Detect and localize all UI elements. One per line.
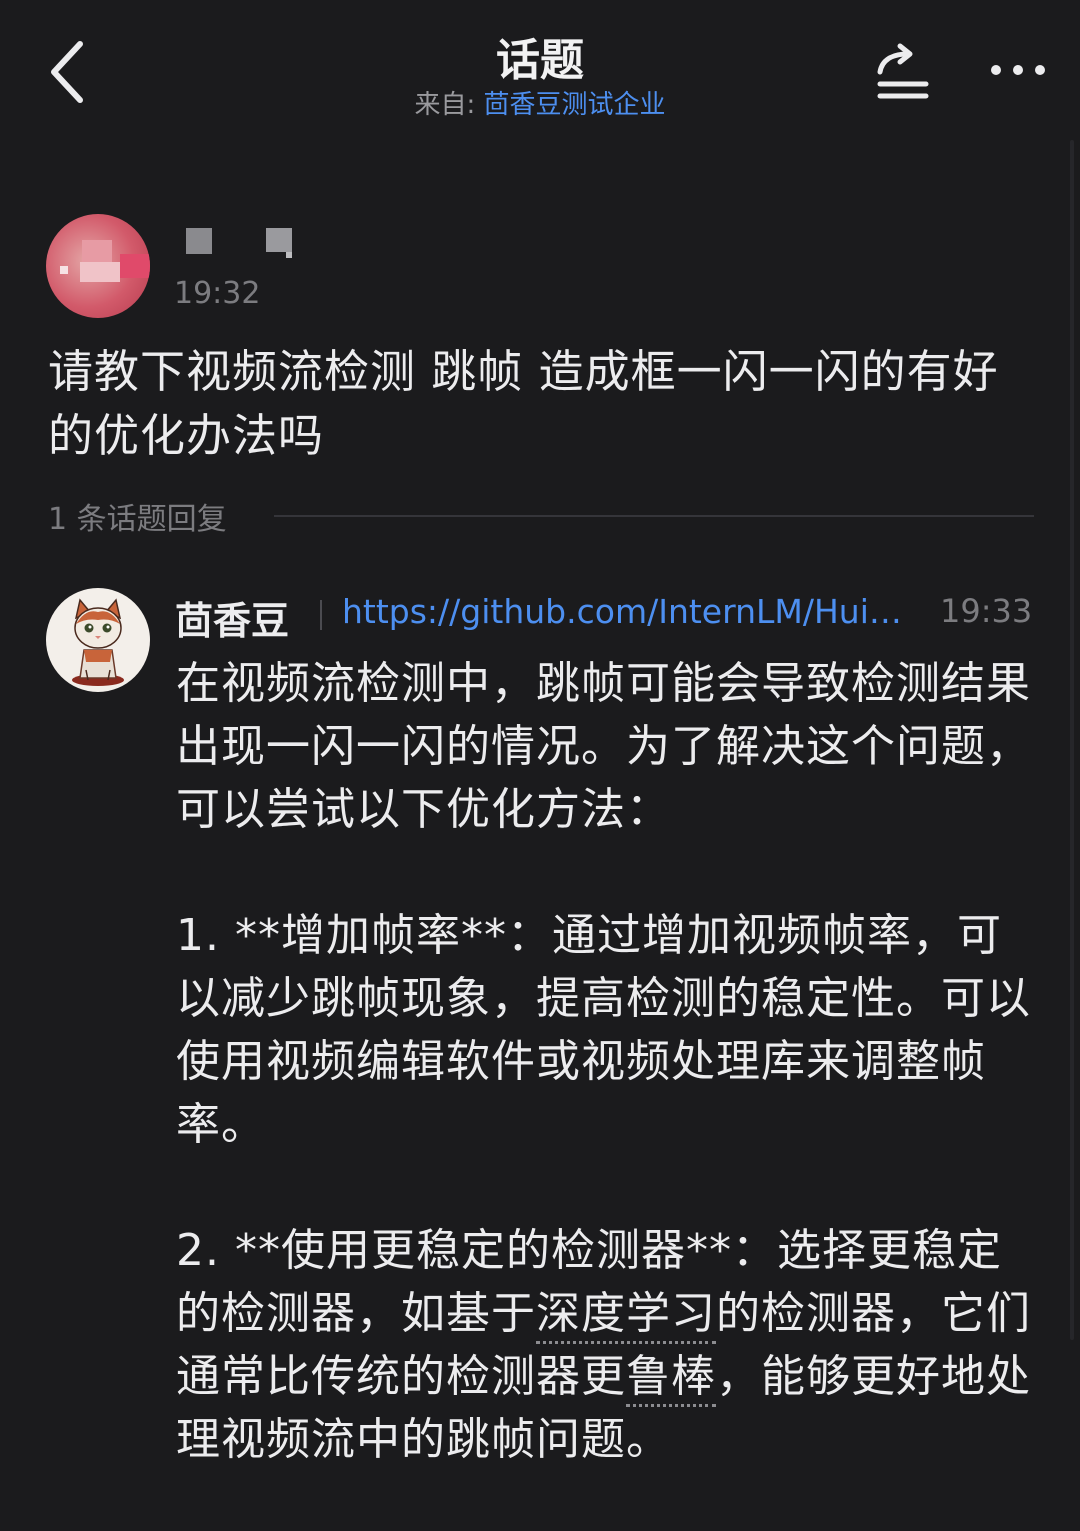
share-icon [877,43,929,99]
term-link-deep-learning[interactable]: 深度学习 [536,1288,716,1344]
share-button[interactable] [872,40,934,102]
reply-author-avatar[interactable] [46,588,150,692]
avatar-pixel [80,262,120,282]
post-author-avatar[interactable] [46,214,150,318]
header: 话题 来自: 茴香豆测试企业 [0,0,1080,140]
scrollbar[interactable] [1070,140,1074,1340]
reply-author-link[interactable]: https://github.com/InternLM/Huixiangdou [342,592,917,631]
name-pixel [186,228,212,254]
post-timestamp: 19:32 [174,276,261,311]
reply-count-row: 1 条话题回复 [48,494,1034,538]
more-horizontal-icon [991,65,1045,75]
reply-timestamp: 19:33 [940,592,1033,630]
avatar-pixel [120,254,150,278]
reply-count: 1 条话题回复 [48,502,227,537]
avatar-pixel [60,266,68,274]
reply-author-name[interactable]: 茴香豆 [175,590,289,645]
reply-paragraph: 2. **使用更稳定的检测器**：选择更稳定的检测器，如基于深度学习的检测器，它… [176,1219,1036,1471]
name-pixel [266,228,292,252]
source-org-link[interactable]: 茴香豆测试企业 [484,90,666,120]
source-label: 来自: [414,90,484,120]
divider [274,515,1034,517]
reply-paragraph: 1. **增加帧率**：通过增加视频帧率，可以减少跳帧现象，提高检测的稳定性。可… [176,910,1031,1150]
separator [320,600,322,630]
reply-content: 在视频流检测中，跳帧可能会导致检测结果出现一闪一闪的情况。为了解决这个问题，可以… [176,652,1036,1471]
name-pixel [286,252,292,258]
post-content: 请教下视频流检测 跳帧 造成框一闪一闪的有好的优化办法吗 [48,345,999,462]
post-author-name-blurred [186,224,296,264]
term-link-robust[interactable]: 鲁棒 [626,1351,716,1407]
topic-page: 话题 来自: 茴香豆测试企业 19:32 请教下视频流检测 跳帧 造成框一闪一闪… [0,0,1080,1531]
avatar-pixel [82,240,112,262]
cat-avatar-icon [72,598,124,686]
more-button[interactable] [984,50,1054,90]
reply-paragraph: 在视频流检测中，跳帧可能会导致检测结果出现一闪一闪的情况。为了解决这个问题，可以… [176,658,1031,835]
